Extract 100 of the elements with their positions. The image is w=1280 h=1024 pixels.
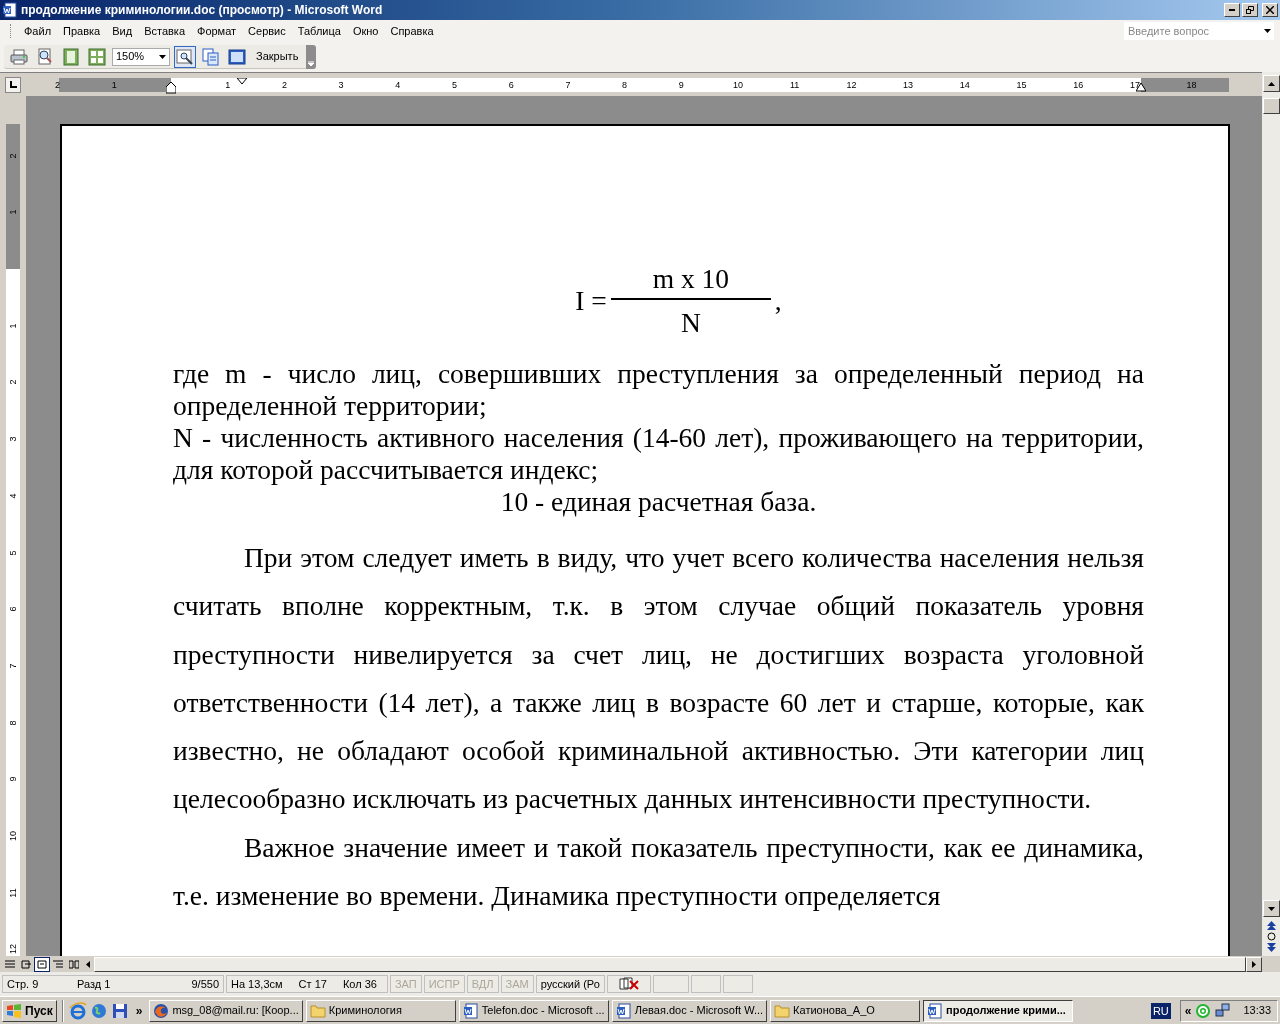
- caret-icon[interactable]: [159, 54, 166, 59]
- ruler-number: 13: [903, 78, 914, 92]
- status-panel: [652, 975, 689, 993]
- menu-item[interactable]: Файл: [18, 22, 58, 40]
- ruler-number: 14: [959, 78, 970, 92]
- ruler-number: 18: [1186, 78, 1197, 92]
- close-button[interactable]: [1262, 3, 1278, 17]
- menu-item[interactable]: Таблица: [291, 22, 347, 40]
- help-dropdown-button[interactable]: [1260, 22, 1274, 40]
- chevron-down-icon: [308, 60, 315, 66]
- ruler-number: 16: [1073, 78, 1084, 92]
- network-computers-icon[interactable]: [1215, 1002, 1232, 1019]
- shrink-pages-icon[interactable]: [202, 47, 220, 66]
- ruler-number: 2: [8, 152, 18, 161]
- ruler-number: 11: [790, 78, 800, 92]
- restore-icon: [1246, 6, 1254, 14]
- zoom-combobox[interactable]: 150%: [112, 47, 170, 66]
- window-title: продолжение криминологии.doc (просмотр) - Microsoft Word: [21, 2, 383, 19]
- menu-item[interactable]: Сервис: [242, 22, 292, 40]
- ruler-number: 7: [8, 662, 18, 671]
- ruler-number: 11: [8, 887, 18, 900]
- restore-button[interactable]: [1242, 3, 1258, 17]
- taskbar-window-button[interactable]: Криминология: [305, 999, 456, 1022]
- ruler-number: 1: [111, 78, 117, 92]
- print-view-icon[interactable]: [34, 956, 50, 972]
- ruler-number: 12: [8, 943, 18, 956]
- menu-item[interactable]: Формат: [191, 22, 243, 40]
- language-indicator[interactable]: RU: [1150, 1002, 1171, 1019]
- multiple-pages-icon[interactable]: [88, 47, 106, 66]
- browse-object-icon[interactable]: [1266, 932, 1276, 941]
- next-page-icon[interactable]: [1266, 943, 1276, 952]
- indent-marker-icon[interactable]: [166, 81, 176, 94]
- menu-item[interactable]: Окно: [346, 22, 385, 40]
- close-preview-button[interactable]: Закрыть: [252, 46, 303, 67]
- formula-denominator: N: [680, 308, 701, 338]
- tab-selector-button[interactable]: [5, 76, 21, 93]
- taskbar-window-button[interactable]: Telefon.doc - Microsoft ...: [458, 999, 609, 1022]
- close-icon: [1266, 6, 1274, 14]
- menu-item[interactable]: Вставка: [138, 22, 191, 40]
- toolbar-options-button[interactable]: [306, 44, 317, 69]
- formula-left: I =: [575, 284, 607, 319]
- menu-item[interactable]: Правка: [57, 22, 107, 40]
- ruler-number: 5: [8, 549, 18, 557]
- taskbar-window-button[interactable]: продолжение крими...: [923, 999, 1074, 1022]
- document-icon: [462, 1002, 479, 1019]
- menu-item[interactable]: Справка: [384, 22, 440, 40]
- ruler-number: 10: [733, 78, 743, 92]
- scroll-thumb[interactable]: [1262, 98, 1280, 114]
- document-icon: [615, 1002, 632, 1019]
- ruler-number: 17: [1129, 78, 1140, 92]
- ruler-number: 6: [8, 605, 18, 614]
- ruler-number: 1: [225, 78, 231, 92]
- more-quick-launch[interactable]: »: [135, 1001, 143, 1020]
- ruler-number: 2: [55, 78, 61, 92]
- ruler-number: 2: [8, 378, 18, 387]
- scroll-up-button[interactable]: [1262, 75, 1280, 92]
- taskbar-window-button[interactable]: msg_08@mail.ru: [Коор...: [149, 999, 303, 1022]
- folder-icon: [774, 1003, 791, 1018]
- full-screen-icon[interactable]: [228, 47, 246, 66]
- down-arrow-icon: [1267, 906, 1275, 911]
- at-sign-icon[interactable]: [1195, 1002, 1212, 1019]
- definition-text: N - численность активного населения (14-60 лет), проживающего на территории, для которой рассчитывается индекс;: [173, 422, 1144, 486]
- ruler-number: 3: [8, 435, 18, 444]
- ruler-number: 10: [8, 830, 18, 843]
- ruler-number: 9: [678, 78, 684, 92]
- clock: 13:33: [1243, 1003, 1271, 1019]
- taskbar-window-button[interactable]: Левая.doc - Microsoft W...: [611, 999, 768, 1022]
- scroll-down-button[interactable]: [1262, 900, 1280, 917]
- formula-numerator: m x 10: [652, 264, 729, 294]
- up-arrow-icon: [1267, 81, 1275, 86]
- ruler-number: 8: [8, 719, 18, 728]
- horizontal-scrollbar[interactable]: [94, 956, 1246, 972]
- caret-icon[interactable]: [1263, 29, 1271, 33]
- ruler-number: 5: [452, 78, 457, 92]
- taskbar-window-button[interactable]: Катионова_А_О: [770, 999, 921, 1022]
- vertical-scrollbar[interactable]: [1262, 72, 1280, 956]
- magnifier-toggle-icon[interactable]: [176, 47, 194, 66]
- definition-text: где m - число лиц, совершивших преступления за определенный период на определенной территории;: [173, 358, 1144, 422]
- paragraph-text: Важное значение имеет и такой показатель преступности, как ее динамика, т.е. изменение во времени. Динамика преступности определяется: [173, 830, 1144, 914]
- scroll-right-button[interactable]: [1246, 956, 1262, 972]
- page-icon[interactable]: [62, 47, 80, 66]
- start-button[interactable]: Пуск: [2, 999, 57, 1022]
- menu-item[interactable]: Вид: [106, 22, 139, 40]
- first-line-indent-icon[interactable]: [237, 77, 247, 85]
- show-hidden-icons[interactable]: «: [1184, 1001, 1192, 1020]
- ruler-number: 4: [8, 492, 18, 501]
- fox-globe-icon: [153, 1002, 170, 1019]
- magnifier-page-icon[interactable]: [36, 47, 54, 66]
- ruler-number: 9: [8, 775, 18, 784]
- document-icon: [927, 1002, 944, 1019]
- help-search-field[interactable]: Введите вопрос: [1124, 22, 1260, 40]
- status-panel: [690, 975, 721, 993]
- minimize-button[interactable]: [1224, 3, 1240, 17]
- previous-page-icon[interactable]: [1266, 921, 1276, 930]
- printer-icon[interactable]: [10, 47, 28, 66]
- paragraph-text: При этом следует иметь в виду, что учет всего количества населения нельзя считать вполне корректным, т.к. в этом случае общий показатель уровня преступности нивелируется за счет лиц, не достигших возраста уголовной ответственности (14 лет), а также лиц в возрасте 60 лет и старше, которые, как известно, не обладают особой криминальной активностью. Эти категории лиц целесообразно исключать из расчетных данных интенсивности преступности.: [173, 541, 1144, 817]
- folder-icon: [309, 1003, 326, 1018]
- browser-e-icon[interactable]: [68, 1001, 87, 1020]
- spelling-status-icon[interactable]: [617, 977, 640, 991]
- ruler-number: 7: [565, 78, 571, 92]
